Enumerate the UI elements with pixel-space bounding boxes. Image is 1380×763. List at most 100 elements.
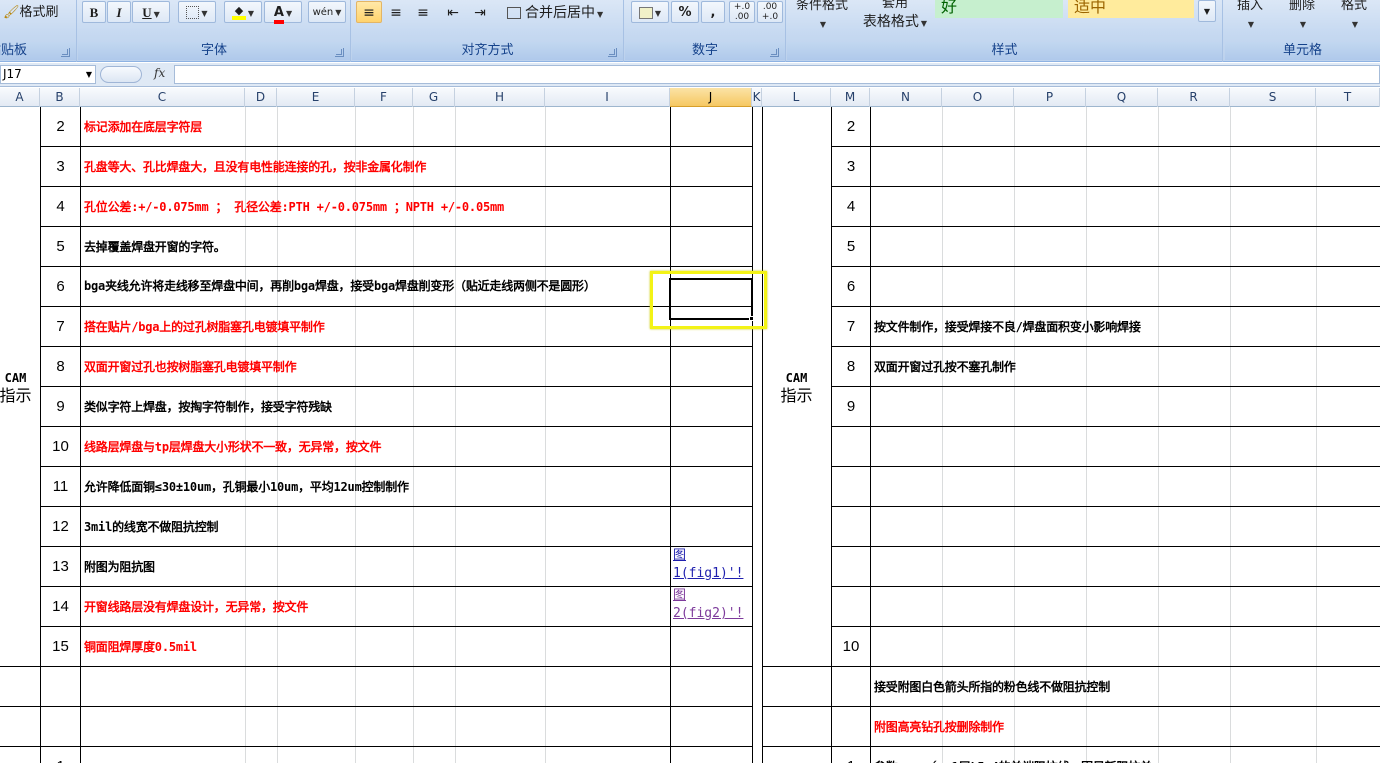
conditional-format-dropdown[interactable]: ▼ [789, 12, 855, 34]
column-header-q[interactable]: Q [1086, 88, 1158, 107]
style-neutral[interactable]: 适中 [1068, 0, 1194, 18]
row-number[interactable]: 7 [41, 307, 80, 346]
column-header-l[interactable]: L [762, 88, 831, 107]
column-header-f[interactable]: F [355, 88, 413, 107]
row-number[interactable]: 10 [832, 627, 870, 666]
row-number[interactable] [832, 507, 870, 546]
style-good[interactable]: 好 [935, 0, 1063, 18]
row-number[interactable] [41, 707, 80, 746]
row-number[interactable]: 15 [41, 627, 80, 666]
decrease-decimal-button[interactable]: .00 +.0 [757, 1, 783, 23]
column-header-k[interactable]: K [752, 88, 762, 107]
instruction-cell[interactable]: 去掉覆盖焊盘开窗的字符。 [81, 227, 669, 266]
remark-cell[interactable] [871, 267, 1380, 306]
row-number[interactable]: 8 [832, 347, 870, 386]
increase-decimal-button[interactable]: +.0 .00 [729, 1, 755, 23]
insert-function-icon[interactable]: fx [154, 66, 165, 80]
styles-more-button[interactable]: ▼ [1198, 0, 1216, 22]
name-box[interactable]: J17 ▼ [0, 65, 96, 84]
column-header-r[interactable]: R [1158, 88, 1230, 107]
row-number[interactable] [832, 467, 870, 506]
instruction-cell[interactable]: 附图为阻抗图 [81, 547, 669, 586]
underline-button[interactable]: U ▼ [132, 1, 170, 23]
format-painter-button[interactable]: 🖌格式刷 [0, 1, 72, 23]
column-header-b[interactable]: B [40, 88, 80, 107]
remark-cell[interactable] [871, 107, 1380, 146]
row-number[interactable]: 3 [41, 147, 80, 186]
instruction-cell[interactable]: 孔盘等大、孔比焊盘大，且没有电性能连接的孔，按非金属化制作 [81, 147, 669, 186]
row-number[interactable]: 6 [832, 267, 870, 306]
remark-cell[interactable] [871, 507, 1380, 546]
active-cell[interactable] [669, 278, 753, 320]
column-header-i[interactable]: I [545, 88, 670, 107]
row-number[interactable] [832, 587, 870, 626]
row-number[interactable]: 2 [41, 107, 80, 146]
remark-cell[interactable] [871, 427, 1380, 466]
row-number[interactable]: 10 [41, 427, 80, 466]
align-left-button[interactable]: ≡ [356, 1, 382, 23]
worksheet-grid[interactable]: CAM 指示 CAM 指示 2 标记添加在底层字符层 3 孔盘等大、孔比焊盘大，且没有电性能连… [0, 107, 1380, 763]
row-number[interactable]: 4 [41, 187, 80, 226]
row-number[interactable] [832, 427, 870, 466]
remark-cell[interactable] [871, 387, 1380, 426]
instruction-cell[interactable] [81, 667, 669, 706]
row-number[interactable]: 13 [41, 547, 80, 586]
remark-cell[interactable] [871, 187, 1380, 226]
border-button[interactable]: ▼ [178, 1, 216, 23]
remark-cell[interactable] [871, 467, 1380, 506]
number-launcher-icon[interactable] [770, 48, 779, 57]
instruction-cell[interactable]: 铜面阻焊厚度0.5mil [81, 627, 669, 666]
remark-cell[interactable] [871, 227, 1380, 266]
chevron-down-icon[interactable]: ▼ [86, 66, 92, 83]
merge-center-button[interactable]: 合并后居中 ▼ [502, 1, 620, 23]
column-header-d[interactable]: D [245, 88, 277, 107]
column-header-o[interactable]: O [942, 88, 1014, 107]
column-header-t[interactable]: T [1316, 88, 1380, 107]
row-number[interactable] [41, 667, 80, 706]
row-number[interactable]: 14 [41, 587, 80, 626]
column-header-m[interactable]: M [831, 88, 870, 107]
formula-buttons[interactable] [100, 66, 142, 83]
remark-cell[interactable]: 按文件制作，接受焊接不良/焊盘面积变小影响焊接 [871, 307, 1380, 346]
hyperlink-cell[interactable]: 图2(fig2)'! [671, 587, 751, 626]
instruction-cell[interactable]: 搭在贴片/bga上的过孔树脂塞孔电镀填平制作 [81, 307, 669, 346]
row-number[interactable]: 4 [832, 187, 870, 226]
row-number[interactable] [832, 547, 870, 586]
column-header-h[interactable]: H [455, 88, 545, 107]
row-number[interactable]: 5 [832, 227, 870, 266]
fill-handle[interactable] [749, 316, 754, 321]
instruction-cell[interactable]: 开窗线路层没有焊盘设计，无异常，按文件 [81, 587, 669, 626]
comma-button[interactable]: , [701, 1, 725, 23]
remark-cell[interactable] [871, 587, 1380, 626]
row-number[interactable]: 8 [41, 347, 80, 386]
instruction-cell[interactable]: 孔位公差:+/-0.075mm ； 孔径公差:PTH +/-0.075mm ；N… [81, 187, 669, 226]
row-number[interactable]: 2 [832, 107, 870, 146]
instruction-cell[interactable]: 3mil的线宽不做阻抗控制 [81, 507, 669, 546]
percent-button[interactable]: % [671, 1, 699, 23]
clipboard-launcher-icon[interactable] [61, 48, 70, 57]
format-dropdown[interactable]: ▼ [1333, 12, 1375, 34]
instruction-cell[interactable]: bga夹线允许将走线移至焊盘中间，再削bga焊盘，接受bga焊盘削变形（贴近走线… [81, 267, 669, 306]
accounting-format-button[interactable]: ▼ [631, 1, 669, 23]
instruction-cell[interactable]: 双面开窗过孔也按树脂塞孔电镀填平制作 [81, 347, 669, 386]
row-number[interactable] [832, 667, 870, 706]
instruction-cell[interactable] [81, 707, 669, 746]
italic-button[interactable]: I [107, 1, 131, 23]
row-number[interactable]: 7 [832, 307, 870, 346]
remark-cell[interactable]: 参数：según 1层L5.4的单端阻抗线，因是新阻抗单 [871, 747, 1380, 763]
column-header-g[interactable]: G [413, 88, 455, 107]
row-number[interactable]: 1 [41, 747, 80, 763]
column-header-n[interactable]: N [870, 88, 942, 107]
row-number[interactable]: 9 [41, 387, 80, 426]
remark-cell[interactable]: 接受附图白色箭头所指的粉色线不做阻抗控制 [871, 667, 1380, 706]
column-header-a[interactable]: A [0, 88, 40, 107]
row-number[interactable]: 1 [832, 747, 870, 763]
hyperlink-cell[interactable]: 图1(fig1)'! [671, 547, 751, 586]
phonetic-button[interactable]: wén ▼ [308, 1, 346, 23]
align-center-button[interactable]: ≡ [383, 1, 409, 23]
row-number[interactable]: 3 [832, 147, 870, 186]
remark-cell[interactable]: 双面开窗过孔按不塞孔制作 [871, 347, 1380, 386]
decrease-indent-button[interactable]: ⇤ [440, 1, 466, 23]
row-number[interactable] [832, 707, 870, 746]
remark-cell[interactable]: 附图高亮钻孔按删除制作 [871, 707, 1380, 746]
